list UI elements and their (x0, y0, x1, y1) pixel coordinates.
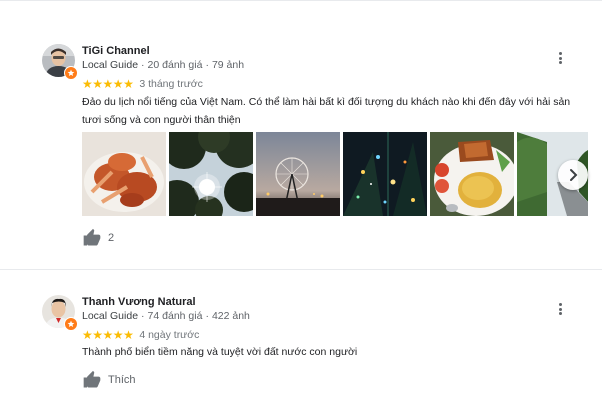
photo-count: 79 ảnh (211, 59, 245, 71)
review-photo[interactable] (430, 132, 514, 216)
photo-count: 422 ảnh (211, 310, 250, 322)
like-count: 2 (108, 232, 115, 244)
review-card: Thanh Vương Natural Local Guide · 74 đánh … (0, 270, 602, 420)
thumbs-up-icon (83, 228, 101, 246)
review-text: Đảo du lịch nổi tiếng của Việt Nam. Có t… (82, 96, 571, 126)
like-label: Thích (108, 374, 136, 386)
fried-rice-icon (430, 132, 514, 216)
review-date: 3 tháng trước (139, 78, 203, 90)
crab-dish-icon (82, 132, 166, 216)
review-date: 4 ngày trước (139, 329, 200, 341)
tree-canopy-icon (169, 132, 253, 216)
star-icon: ★ (82, 77, 93, 91)
avatar[interactable] (42, 44, 78, 80)
separator-dot: · (141, 310, 145, 322)
star-icon: ★ (112, 328, 124, 342)
next-photo-button[interactable] (558, 160, 588, 190)
review-photo[interactable] (82, 132, 166, 216)
chevron-right-icon (570, 169, 578, 181)
more-options-icon[interactable] (553, 50, 567, 66)
reviewer-meta: Local Guide · 20 đánh giá · 79 ảnh (82, 59, 244, 71)
star-icon: ★ (92, 328, 103, 342)
ferris-wheel-icon (256, 132, 340, 216)
separator-dot: · (141, 59, 145, 71)
thumbs-up-icon (83, 370, 101, 388)
star-rating: ★ ★ ★ ★ ★ (82, 328, 134, 342)
reviewer-meta: Local Guide · 74 đánh giá · 422 ảnh (82, 310, 250, 322)
star-icon: ★ (92, 77, 103, 91)
night-lights-icon (343, 132, 427, 216)
more-options-icon[interactable] (553, 301, 567, 317)
star-icon: ★ (102, 328, 114, 342)
review-photo[interactable] (256, 132, 340, 216)
review-photo[interactable] (169, 132, 253, 216)
rating-row: ★ ★ ★ ★ ★ 4 ngày trước (82, 329, 199, 341)
local-guide-badge-icon (64, 317, 78, 331)
star-icon: ★ (112, 77, 124, 91)
reviewer-name[interactable]: Thanh Vương Natural (82, 296, 196, 308)
star-icon: ★ (123, 328, 134, 342)
local-guide-badge-icon (64, 66, 78, 80)
like-button[interactable]: 2 (82, 228, 114, 248)
like-button[interactable]: Thích (82, 370, 136, 390)
star-icon: ★ (102, 77, 114, 91)
review-card: TiGi Channel Local Guide · 20 đánh giá · 79 … (0, 0, 602, 269)
reviewer-name[interactable]: TiGi Channel (82, 45, 150, 57)
local-guide-label: Local Guide (82, 310, 139, 322)
star-icon: ★ (82, 328, 93, 342)
avatar[interactable] (42, 295, 78, 331)
separator-dot: · (205, 59, 209, 71)
review-text: Thành phố biển tiềm năng và tuyệt vời đấ… (82, 346, 358, 358)
review-photo[interactable] (343, 132, 427, 216)
local-guide-label: Local Guide (82, 59, 139, 71)
photo-strip (82, 132, 588, 216)
star-rating: ★ ★ ★ ★ ★ (82, 77, 134, 91)
star-icon: ★ (123, 77, 134, 91)
review-count: 20 đánh giá (147, 59, 203, 71)
rating-row: ★ ★ ★ ★ ★ 3 tháng trước (82, 78, 203, 90)
separator-dot: · (205, 310, 209, 322)
review-count: 74 đánh giá (147, 310, 203, 322)
